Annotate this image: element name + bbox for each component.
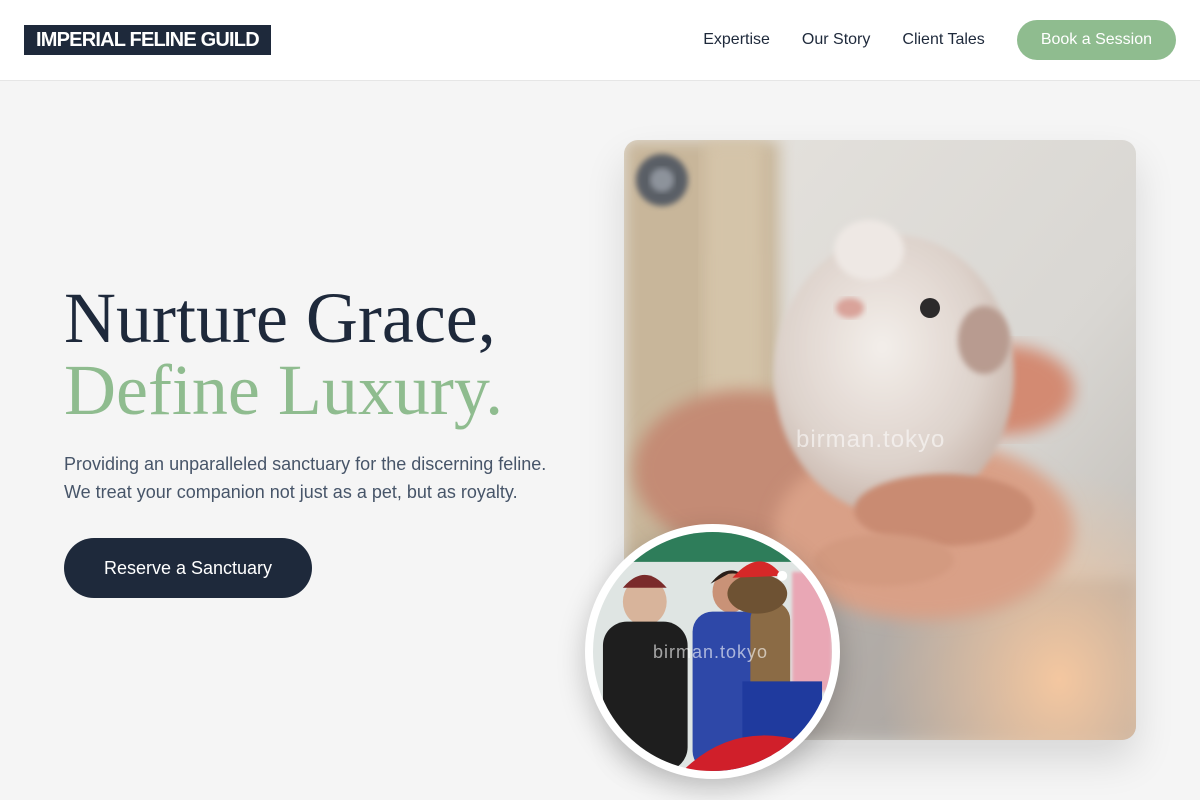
nav-link-our-story[interactable]: Our Story (802, 31, 870, 49)
hero-title: Nurture Grace, Define Luxury. (64, 282, 604, 426)
brand-logo[interactable]: IMPERIAL FELINE GUILD (24, 25, 271, 55)
hero-title-line-1: Nurture Grace, (64, 278, 496, 358)
hero-subtitle-line-1: Providing an unparalleled sanctuary for … (64, 454, 547, 474)
alpaca-visit-illustration (593, 532, 832, 771)
hero-subtitle-line-2: We treat your companion not just as a pe… (64, 482, 518, 502)
nav-link-expertise[interactable]: Expertise (703, 31, 770, 49)
reserve-sanctuary-button[interactable]: Reserve a Sanctuary (64, 538, 312, 598)
inset-photo-alpaca-visit: birman.tokyo (585, 524, 840, 779)
nav-link-client-tales[interactable]: Client Tales (902, 31, 984, 49)
hero-title-line-2: Define Luxury. (64, 350, 504, 430)
site-header: IMPERIAL FELINE GUILD Expertise Our Stor… (0, 0, 1200, 81)
hero-subtitle: Providing an unparalleled sanctuary for … (64, 450, 584, 506)
book-session-button[interactable]: Book a Session (1016, 20, 1176, 60)
main-nav: Expertise Our Story Client Tales Book a … (703, 20, 1176, 60)
